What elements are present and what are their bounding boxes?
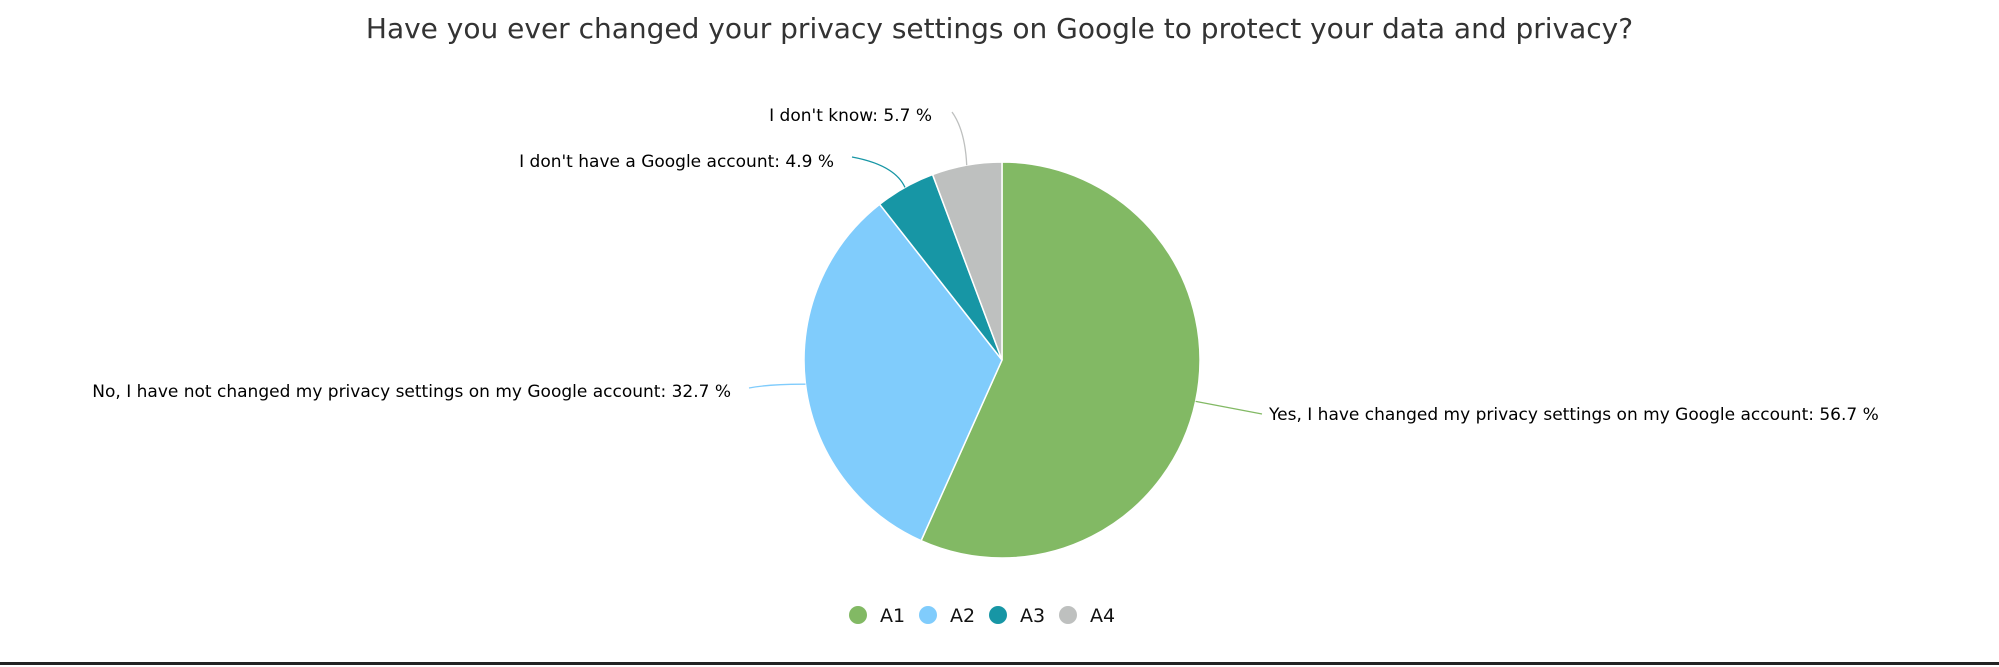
legend-marker-a3[interactable] [989, 606, 1007, 624]
data-label: No, I have not changed my privacy settin… [92, 382, 731, 402]
data-label: I don't have a Google account: 4.9 % [519, 152, 834, 172]
legend-label-a4[interactable]: A4 [1090, 605, 1115, 627]
connector-line [1195, 400, 1263, 415]
pie-chart: Yes, I have changed my privacy settings … [92, 106, 1879, 627]
connector-line [748, 383, 806, 389]
data-label: I don't know: 5.7 % [769, 106, 932, 126]
legend-marker-a2[interactable] [919, 606, 937, 624]
bottom-border [0, 662, 1999, 665]
connector-line [951, 111, 968, 166]
legend-label-a1[interactable]: A1 [880, 605, 905, 627]
legend-label-a2[interactable]: A2 [950, 605, 975, 627]
legend-marker-a4[interactable] [1059, 606, 1077, 624]
connector-line [851, 156, 906, 188]
legend-label-a3[interactable]: A3 [1020, 605, 1045, 627]
legend-marker-a1[interactable] [849, 606, 867, 624]
data-label: Yes, I have changed my privacy settings … [1268, 405, 1879, 425]
